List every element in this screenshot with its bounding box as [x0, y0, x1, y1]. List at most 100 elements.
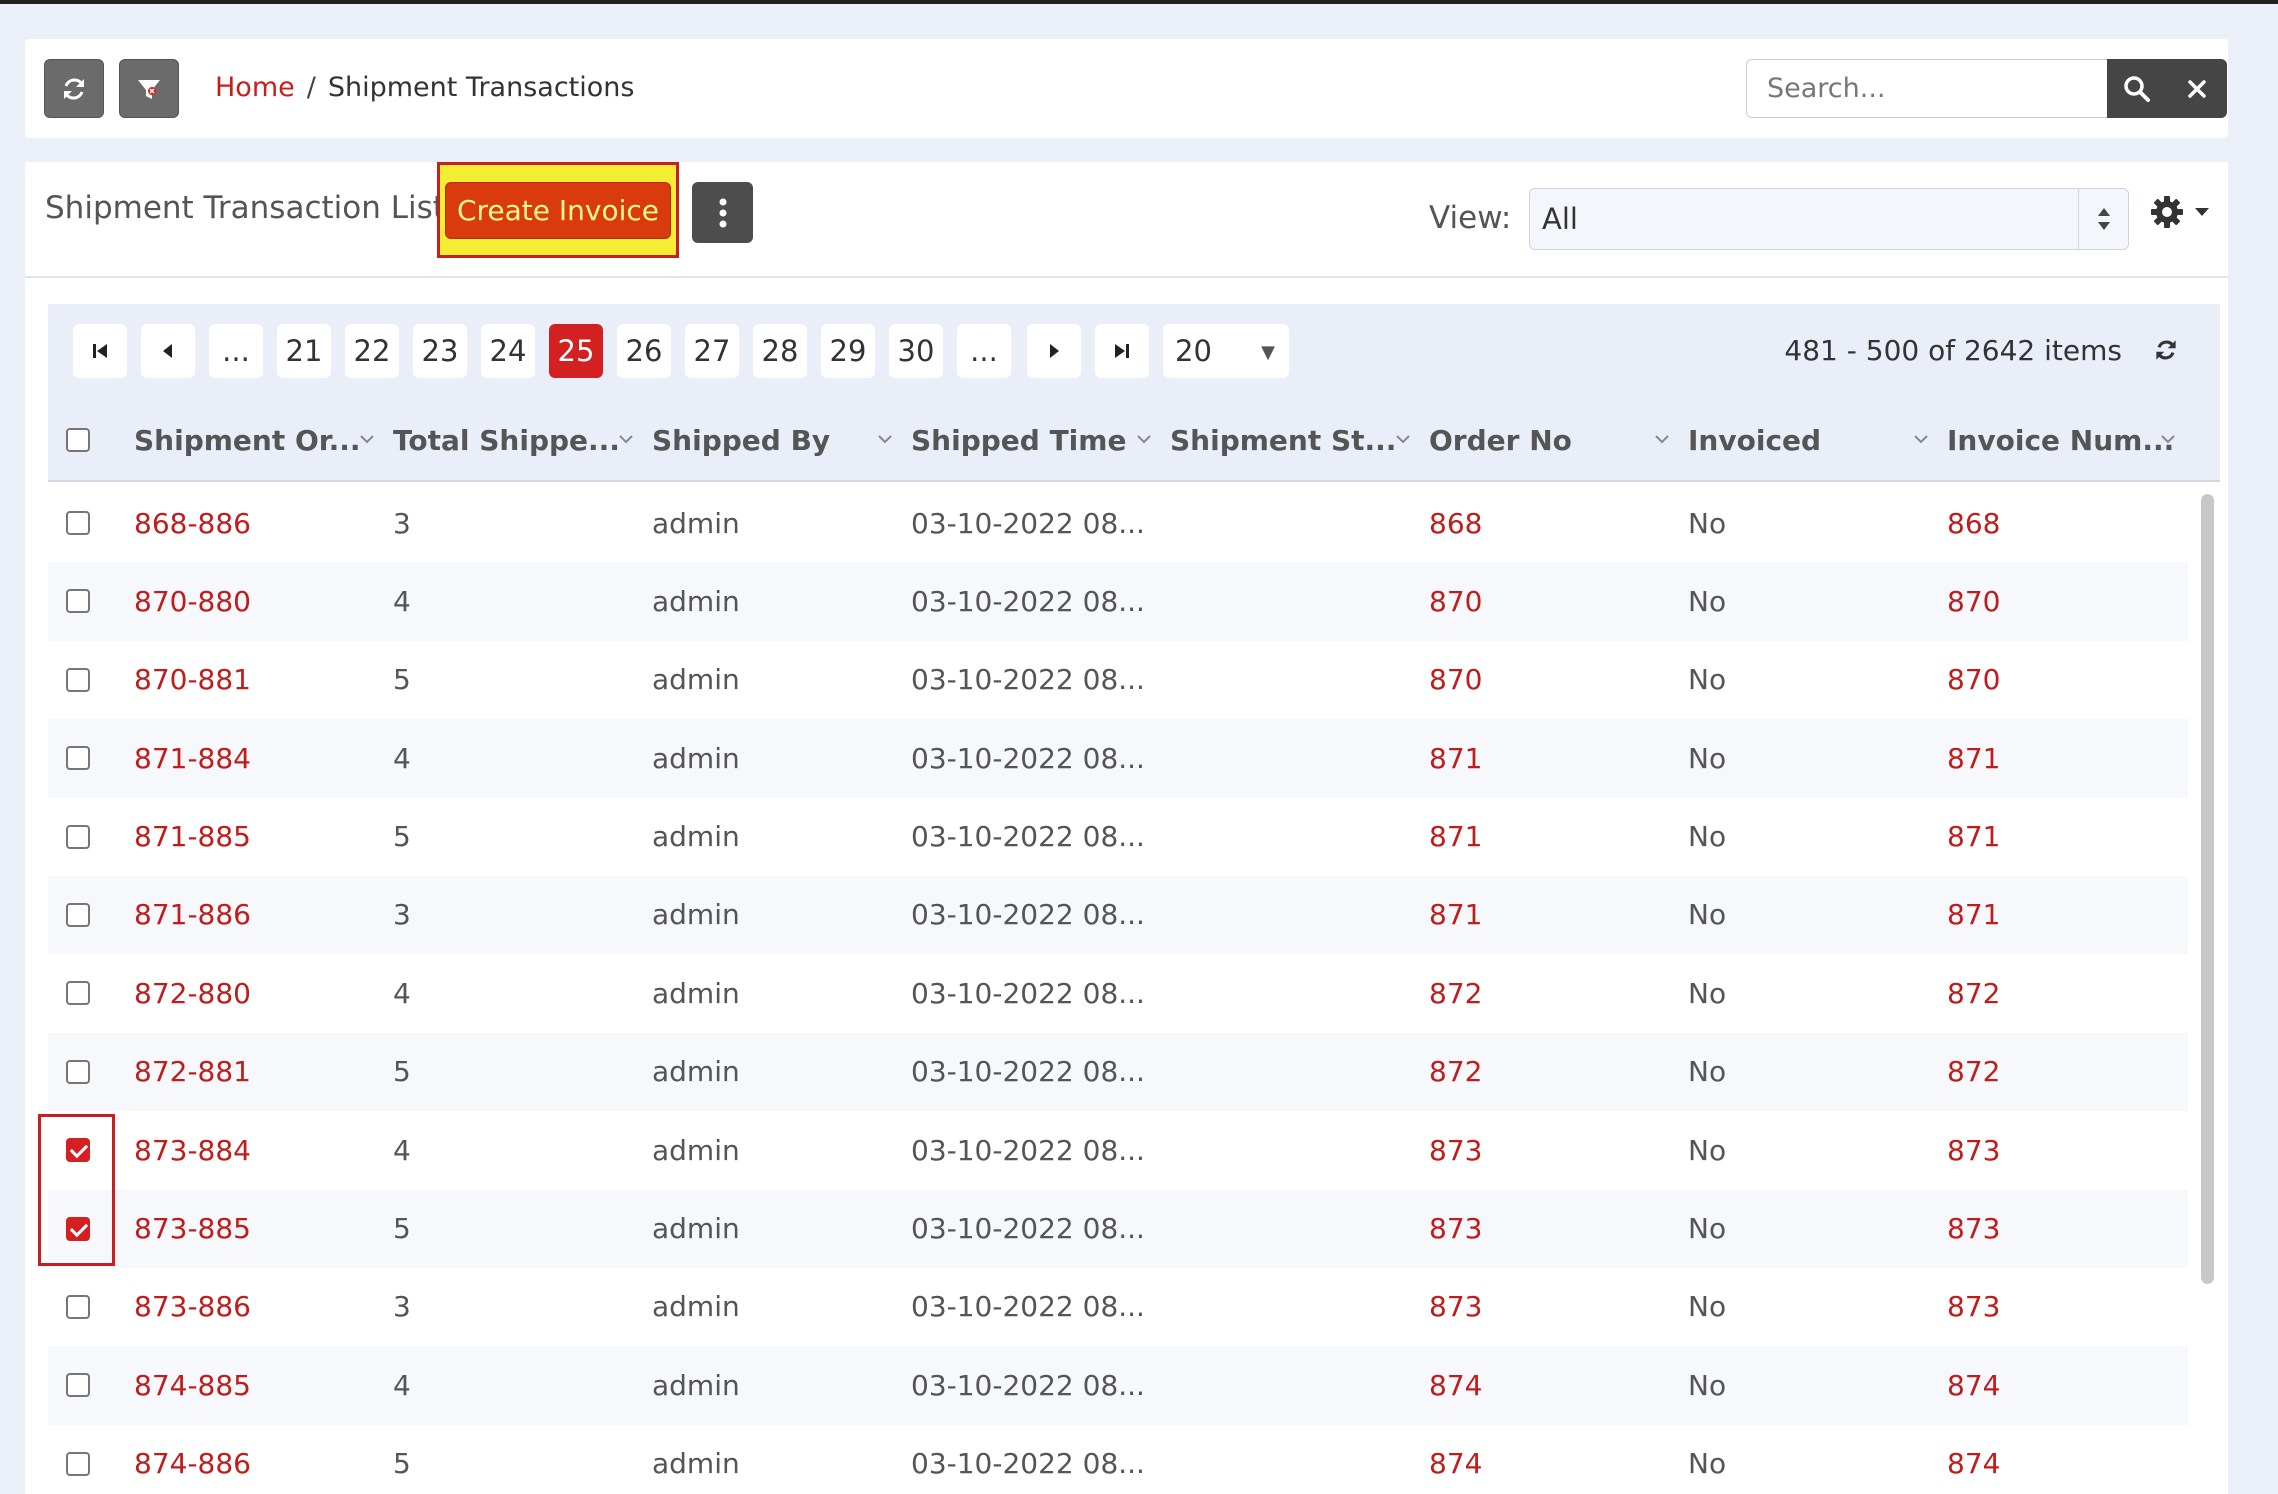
cell-shipment-order[interactable]: 874-885	[134, 1346, 251, 1424]
cell-invoice-number[interactable]: 872	[1947, 1033, 2000, 1111]
cell-shipment-order[interactable]: 872-880	[134, 954, 251, 1032]
column-header-total-shipped[interactable]: Total Shippe...	[393, 400, 652, 480]
cell-invoice-number[interactable]: 871	[1947, 876, 2000, 954]
column-header-shipment-order[interactable]: Shipment Or...	[134, 400, 393, 480]
cell-shipment-order[interactable]: 870-881	[134, 641, 251, 719]
table-row[interactable]: 871-884 4 admin 03-10-2022 08... 871 No 871	[48, 719, 2188, 798]
page-button[interactable]: 24	[481, 324, 535, 378]
cell-shipment-order[interactable]: 868-886	[134, 484, 251, 562]
settings-dropdown[interactable]	[2150, 195, 2210, 229]
cell-invoice-number[interactable]: 872	[1947, 954, 2000, 1032]
next-page-button[interactable]	[1027, 324, 1081, 378]
breadcrumb-home-link[interactable]: Home	[215, 69, 295, 107]
scrollbar-thumb[interactable]	[2201, 494, 2214, 1284]
cell-shipment-order[interactable]: 873-885	[134, 1190, 251, 1268]
search-button[interactable]	[2107, 59, 2167, 118]
cell-invoice-number[interactable]: 871	[1947, 798, 2000, 876]
cell-invoice-number[interactable]: 873	[1947, 1111, 2000, 1189]
cell-invoice-number[interactable]: 874	[1947, 1346, 2000, 1424]
page-button[interactable]: ...	[209, 324, 263, 378]
row-checkbox[interactable]	[66, 562, 90, 640]
cell-order-no[interactable]: 870	[1429, 641, 1482, 719]
row-checkbox[interactable]	[66, 798, 90, 876]
row-checkbox[interactable]	[66, 1268, 90, 1346]
cell-order-no[interactable]: 873	[1429, 1111, 1482, 1189]
column-header-invoiced[interactable]: Invoiced	[1688, 400, 1947, 480]
page-button[interactable]: 21	[277, 324, 331, 378]
refresh-button[interactable]	[44, 59, 104, 118]
cell-order-no[interactable]: 874	[1429, 1425, 1482, 1494]
table-row[interactable]: 870-881 5 admin 03-10-2022 08... 870 No 870	[48, 641, 2188, 719]
row-checkbox[interactable]	[66, 1033, 90, 1111]
last-page-button[interactable]	[1095, 324, 1149, 378]
cell-shipment-order[interactable]: 870-880	[134, 562, 251, 640]
page-button[interactable]: 26	[617, 324, 671, 378]
row-checkbox[interactable]	[66, 954, 90, 1032]
table-row[interactable]: 872-881 5 admin 03-10-2022 08... 872 No 872	[48, 1032, 2188, 1112]
column-header-shipped-time[interactable]: Shipped Time	[911, 400, 1170, 480]
clear-search-button[interactable]	[2167, 59, 2227, 118]
cell-order-no[interactable]: 871	[1429, 798, 1482, 876]
page-button-active[interactable]: 25	[549, 324, 603, 378]
table-row[interactable]: 868-886 3 admin 03-10-2022 08... 868 No 868	[48, 484, 2188, 562]
column-header-shipped-by[interactable]: Shipped By	[652, 400, 911, 480]
page-button[interactable]: 29	[821, 324, 875, 378]
cell-invoice-number[interactable]: 871	[1947, 719, 2000, 797]
page-button[interactable]: ...	[957, 324, 1011, 378]
prev-page-button[interactable]	[141, 324, 195, 378]
table-row[interactable]: 872-880 4 admin 03-10-2022 08... 872 No 872	[48, 954, 2188, 1032]
page-button[interactable]: 30	[889, 324, 943, 378]
cell-shipment-order[interactable]: 871-886	[134, 876, 251, 954]
row-checkbox[interactable]	[66, 876, 90, 954]
pager-refresh-button[interactable]	[2152, 336, 2180, 368]
column-header-order-no[interactable]: Order No	[1429, 400, 1688, 480]
table-row[interactable]: 871-885 5 admin 03-10-2022 08... 871 No 871	[48, 798, 2188, 876]
cell-shipment-order[interactable]: 873-886	[134, 1268, 251, 1346]
page-button[interactable]: 22	[345, 324, 399, 378]
vertical-scrollbar[interactable]	[2194, 484, 2220, 1494]
cell-order-no[interactable]: 868	[1429, 484, 1482, 562]
cell-shipment-order[interactable]: 871-885	[134, 798, 251, 876]
cell-shipment-order[interactable]: 874-886	[134, 1425, 251, 1494]
filter-button[interactable]	[119, 59, 179, 118]
cell-order-no[interactable]: 873	[1429, 1268, 1482, 1346]
cell-invoice-number[interactable]: 868	[1947, 484, 2000, 562]
cell-order-no[interactable]: 871	[1429, 719, 1482, 797]
cell-invoice-number[interactable]: 873	[1947, 1190, 2000, 1268]
row-checkbox[interactable]	[66, 484, 90, 562]
create-invoice-button[interactable]: Create Invoice	[445, 182, 671, 239]
table-row[interactable]: 873-884 4 admin 03-10-2022 08... 873 No 873	[48, 1111, 2188, 1189]
cell-shipment-order[interactable]: 872-881	[134, 1033, 251, 1111]
cell-order-no[interactable]: 873	[1429, 1190, 1482, 1268]
cell-order-no[interactable]: 872	[1429, 954, 1482, 1032]
cell-invoice-number[interactable]: 870	[1947, 641, 2000, 719]
cell-order-no[interactable]: 871	[1429, 876, 1482, 954]
page-button[interactable]: 27	[685, 324, 739, 378]
cell-invoice-number[interactable]: 874	[1947, 1425, 2000, 1494]
cell-order-no[interactable]: 870	[1429, 562, 1482, 640]
column-header-invoice-number[interactable]: Invoice Num...	[1947, 400, 2194, 480]
more-actions-button[interactable]	[692, 182, 753, 243]
row-checkbox[interactable]	[66, 719, 90, 797]
view-select[interactable]: All	[1529, 188, 2129, 250]
cell-invoice-number[interactable]: 870	[1947, 562, 2000, 640]
page-button[interactable]: 23	[413, 324, 467, 378]
cell-order-no[interactable]: 872	[1429, 1033, 1482, 1111]
table-row[interactable]: 870-880 4 admin 03-10-2022 08... 870 No 870	[48, 562, 2188, 641]
row-checkbox[interactable]	[66, 1425, 90, 1494]
page-button[interactable]: 28	[753, 324, 807, 378]
cell-order-no[interactable]: 874	[1429, 1346, 1482, 1424]
select-all-checkbox[interactable]	[66, 400, 106, 480]
first-page-button[interactable]	[73, 324, 127, 378]
search-input[interactable]	[1746, 59, 2132, 118]
table-row[interactable]: 871-886 3 admin 03-10-2022 08... 871 No 871	[48, 875, 2188, 955]
table-row[interactable]: 873-885 5 admin 03-10-2022 08... 873 No 873	[48, 1189, 2188, 1268]
cell-shipment-order[interactable]: 873-884	[134, 1111, 251, 1189]
cell-shipment-order[interactable]: 871-884	[134, 719, 251, 797]
row-checkbox[interactable]	[66, 1346, 90, 1424]
table-row[interactable]: 874-886 5 admin 03-10-2022 08... 874 No 874	[48, 1425, 2188, 1494]
table-row[interactable]: 874-885 4 admin 03-10-2022 08... 874 No 874	[48, 1346, 2188, 1425]
column-header-shipment-status[interactable]: Shipment St...	[1170, 400, 1429, 480]
cell-invoice-number[interactable]: 873	[1947, 1268, 2000, 1346]
table-row[interactable]: 873-886 3 admin 03-10-2022 08... 873 No 873	[48, 1268, 2188, 1346]
